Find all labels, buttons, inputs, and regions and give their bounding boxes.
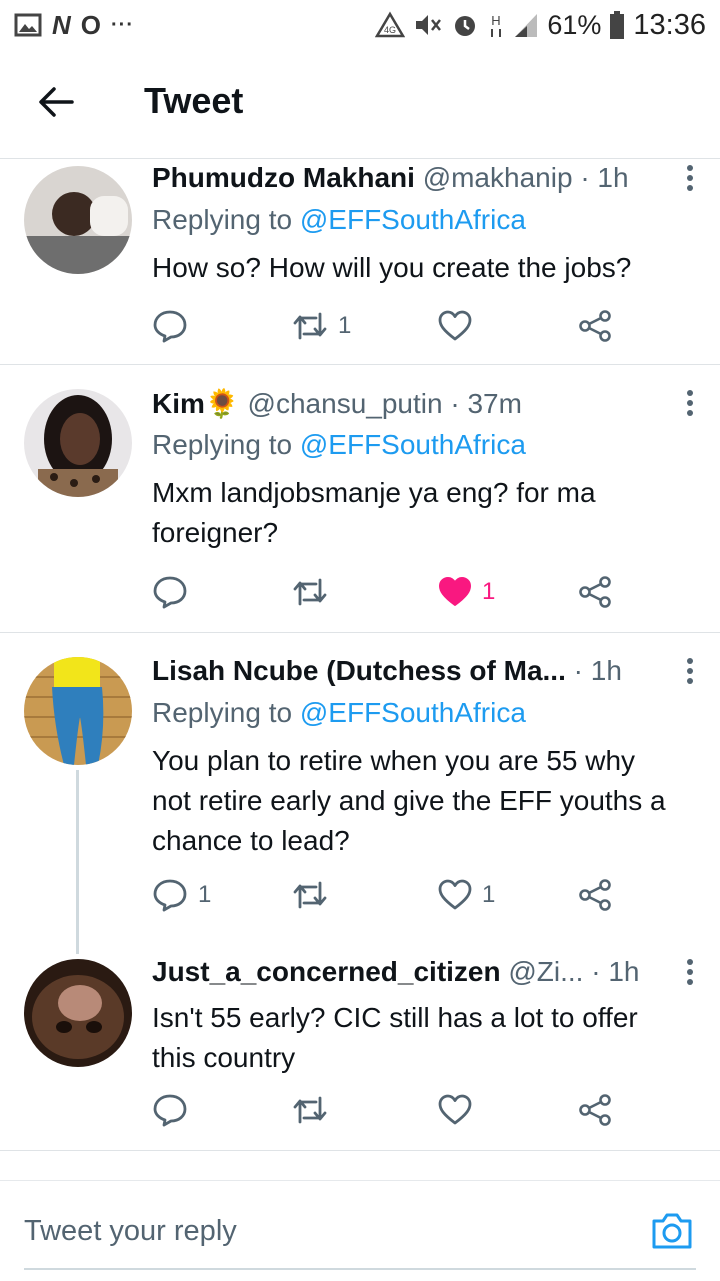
share-button[interactable]	[578, 875, 612, 915]
retweet-icon	[293, 578, 327, 606]
tweet-text: You plan to retire when you are 55 why n…	[152, 745, 666, 856]
reply-icon	[153, 1094, 187, 1127]
svg-text:H: H	[492, 13, 501, 28]
author-name[interactable]: Lisah Ncube (Dutchess of Ma...	[152, 655, 566, 686]
tweet-time: · 37m	[450, 388, 522, 419]
replying-prefix: Replying to	[152, 697, 293, 728]
tweet-time: · 1h	[591, 956, 640, 987]
reply-icon	[153, 879, 187, 912]
mute-icon	[416, 15, 442, 35]
avatar[interactable]	[24, 959, 132, 1067]
page-title: Tweet	[144, 80, 244, 121]
mention-link[interactable]: @EFFSouthAfrica	[300, 697, 526, 728]
heart-icon	[438, 1094, 472, 1125]
battery-icon	[610, 11, 625, 39]
heart-icon	[438, 879, 472, 910]
retweet-button[interactable]	[292, 875, 338, 915]
reply-icon	[153, 576, 187, 609]
retweet-button[interactable]	[292, 572, 338, 612]
author-name[interactable]: Kim🌻	[152, 388, 240, 419]
share-icon	[579, 1094, 611, 1126]
tweet-item[interactable]: Just_a_concerned_citizen @Zi... · 1h Isn…	[0, 944, 720, 1150]
author-name[interactable]: Just_a_concerned_citizen	[152, 956, 501, 987]
mention-link[interactable]: @EFFSouthAfrica	[300, 204, 526, 235]
retweet-icon	[293, 881, 327, 909]
reply-icon	[153, 310, 187, 343]
alarm-icon	[455, 16, 476, 36]
replying-to: Replying to @EFFSouthAfrica	[152, 204, 680, 246]
retweet-button[interactable]	[292, 1090, 338, 1130]
more-options-icon[interactable]	[686, 657, 694, 685]
top-app-bar: Tweet	[0, 50, 720, 159]
o-icon: O	[80, 9, 102, 40]
author-name[interactable]: Phumudzo Makhani	[152, 162, 415, 193]
avatar[interactable]	[24, 657, 132, 765]
tweet-text: Mxm landjobsmanje ya eng? for ma foreign…	[152, 477, 596, 548]
reply-underline	[24, 1268, 696, 1270]
reply-button[interactable]: 1	[152, 875, 211, 915]
image-icon	[14, 13, 42, 37]
retweet-icon	[293, 312, 327, 340]
share-icon	[579, 576, 611, 608]
tweet-text: Isn't 55 early? CIC still has a lot to o…	[152, 1002, 638, 1073]
battery-percent: 61%	[547, 9, 602, 40]
more-options-icon[interactable]	[686, 958, 694, 986]
share-icon	[579, 879, 611, 911]
tweet-time: · 1h	[573, 655, 622, 686]
retweet-button[interactable]: 1	[292, 306, 351, 346]
like-button[interactable]	[438, 306, 482, 346]
share-icon	[579, 310, 611, 342]
share-button[interactable]	[578, 572, 612, 612]
like-count: 1	[482, 881, 496, 908]
more-options-icon[interactable]	[686, 389, 694, 417]
camera-icon[interactable]	[650, 1211, 694, 1251]
divider	[0, 1150, 720, 1151]
like-button[interactable]	[438, 1090, 482, 1130]
heart-filled-icon	[439, 577, 471, 606]
author-handle[interactable]: @Zi...	[508, 956, 583, 987]
author-handle[interactable]: @chansu_putin	[248, 388, 443, 419]
status-bar: N O ··· 4G H 61% 13:36	[0, 0, 720, 50]
share-button[interactable]	[578, 1090, 612, 1130]
replying-to: Replying to @EFFSouthAfrica	[152, 429, 680, 471]
reply-button[interactable]	[152, 572, 198, 612]
replying-prefix: Replying to	[152, 204, 293, 235]
author-handle[interactable]: @makhanip	[423, 162, 573, 193]
more-dots-icon: ···	[111, 13, 134, 36]
avatar[interactable]	[24, 166, 132, 274]
like-count: 1	[482, 578, 496, 605]
signal-icon	[515, 14, 538, 37]
retweet-count: 1	[338, 312, 352, 339]
retweet-icon	[293, 1096, 327, 1124]
back-arrow-icon[interactable]	[36, 82, 76, 122]
avatar[interactable]	[24, 389, 132, 497]
more-options-icon[interactable]	[686, 164, 694, 192]
warning-icon: 4G	[375, 11, 406, 38]
reply-button[interactable]	[152, 1090, 198, 1130]
tweet-text: How so? How will you create the jobs?	[152, 252, 632, 283]
mention-link[interactable]: @EFFSouthAfrica	[300, 429, 526, 460]
reply-button[interactable]	[152, 306, 198, 346]
network-h-icon: H	[491, 13, 502, 37]
share-button[interactable]	[578, 306, 612, 346]
tweet-item[interactable]: Kim🌻 @chansu_putin · 37m Replying to @EF…	[0, 365, 720, 632]
reply-composer[interactable]: Tweet your reply	[0, 1180, 720, 1281]
reply-input[interactable]: Tweet your reply	[24, 1215, 237, 1248]
svg-text:4G: 4G	[384, 25, 396, 35]
replying-to: Replying to @EFFSouthAfrica	[152, 697, 680, 739]
tweet-item[interactable]: Phumudzo Makhani @makhanip · 1h Replying…	[0, 160, 720, 364]
clock: 13:36	[633, 8, 706, 41]
like-button[interactable]: 1	[438, 875, 495, 915]
reply-count: 1	[198, 881, 212, 908]
like-button[interactable]: 1	[438, 572, 495, 612]
n-icon: N	[52, 9, 71, 40]
replying-prefix: Replying to	[152, 429, 293, 460]
tweet-item[interactable]: Lisah Ncube (Dutchess of Ma... · 1h Repl…	[0, 633, 720, 943]
heart-icon	[438, 310, 472, 341]
tweet-time: · 1h	[580, 162, 629, 193]
